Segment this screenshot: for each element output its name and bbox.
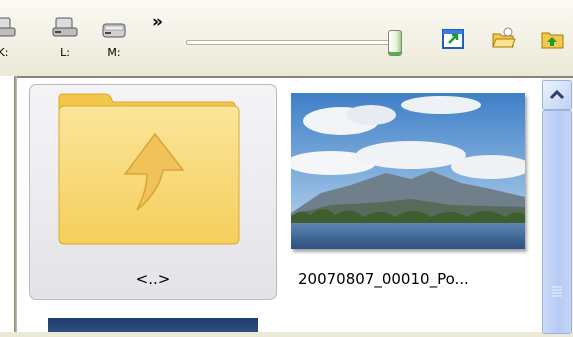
drive-icon [0, 17, 16, 37]
parent-folder-icon [58, 93, 240, 245]
drive-label: L: [60, 46, 70, 59]
image-thumbnail[interactable] [48, 318, 258, 332]
up-folder-icon[interactable] [540, 26, 566, 52]
thumbnail-size-slider-thumb[interactable] [388, 30, 402, 56]
new-window-icon[interactable] [440, 26, 466, 52]
drive-icon [52, 17, 78, 37]
chevron-up-icon [549, 89, 565, 100]
drive-icon [102, 23, 126, 38]
drive-m-button[interactable]: M: [99, 14, 129, 60]
panel-border-left [14, 76, 17, 332]
panel-border-top [14, 76, 573, 78]
drive-l-button[interactable]: L: [50, 14, 80, 60]
toolbar-overflow-chevron[interactable]: » [152, 14, 163, 31]
toolbar [0, 0, 573, 76]
grip-icon [552, 286, 562, 297]
drive-label: M: [107, 46, 121, 59]
drive-k-button[interactable]: K: [0, 14, 18, 60]
file-name-label: 20070807_00010_Po... [298, 270, 469, 288]
open-folder-icon[interactable] [491, 26, 517, 52]
scrollbar-thumb[interactable] [542, 110, 572, 334]
file-name-label: <..> [135, 270, 171, 288]
scroll-up-button[interactable] [542, 80, 572, 110]
image-thumbnail[interactable] [291, 93, 525, 249]
thumbnail-size-slider-track[interactable] [186, 40, 396, 45]
drive-label: K: [0, 46, 9, 59]
